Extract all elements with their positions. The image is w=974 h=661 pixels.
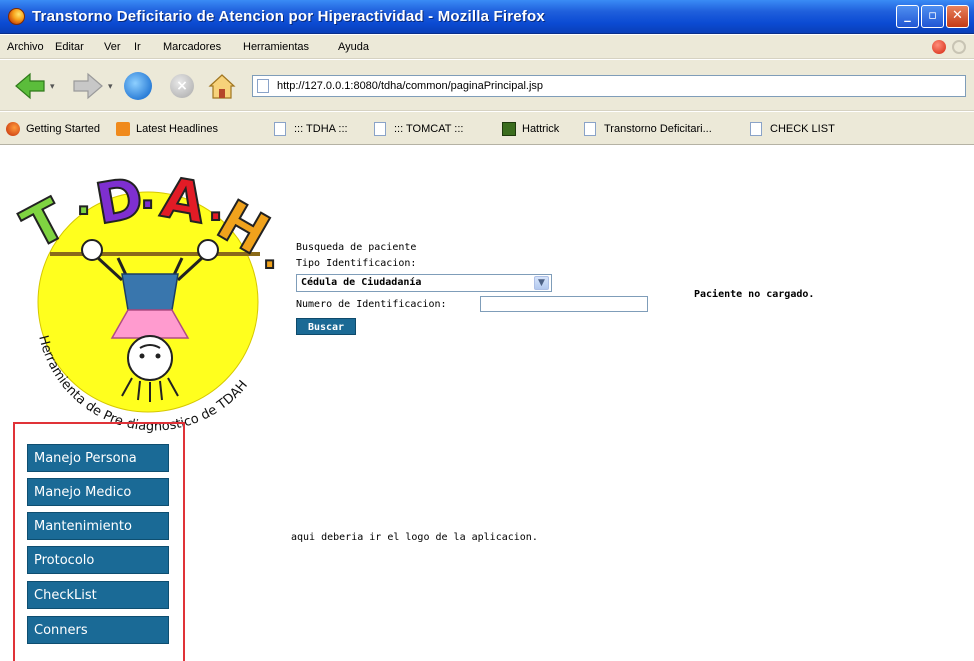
forward-history-dropdown-icon[interactable]: ▾	[108, 82, 113, 92]
sidebar-item-manejo-persona[interactable]: Manejo Persona	[27, 444, 169, 472]
page-icon	[584, 122, 596, 136]
sidebar-item-conners[interactable]: Conners	[27, 616, 169, 644]
bookmark-hattrick[interactable]: Hattrick	[502, 121, 559, 137]
page-content: T . D . A . H . Herramienta de Pre-diagn…	[0, 146, 974, 661]
menu-marcadores[interactable]: Marcadores	[163, 41, 221, 53]
page-icon	[374, 122, 386, 136]
sidebar-item-protocolo[interactable]: Protocolo	[27, 546, 169, 574]
forward-arrow-icon[interactable]	[72, 72, 104, 100]
bookmark-getting-started[interactable]: Getting Started	[6, 121, 100, 137]
numero-identificacion-label: Numero de Identificacion:	[296, 299, 447, 310]
bookmark-latest-headlines[interactable]: Latest Headlines	[116, 121, 218, 137]
buscar-button[interactable]: Buscar	[296, 318, 356, 335]
tipo-identificacion-select[interactable]: Cédula de Ciudadanía ▼	[296, 274, 552, 292]
page-icon	[274, 122, 286, 136]
menu-ver[interactable]: Ver	[104, 41, 121, 53]
activity-throbber	[932, 38, 968, 56]
address-bar[interactable]	[252, 75, 966, 97]
sidebar-item-manejo-medico[interactable]: Manejo Medico	[27, 478, 169, 506]
sidebar-item-mantenimiento[interactable]: Mantenimiento	[27, 512, 169, 540]
reload-icon[interactable]	[124, 72, 152, 100]
window-title: Transtorno Deficitario de Atencion por H…	[32, 8, 545, 25]
stop-indicator-icon	[932, 40, 946, 54]
chevron-down-icon[interactable]: ▼	[534, 276, 549, 290]
window-titlebar: Transtorno Deficitario de Atencion por H…	[0, 0, 974, 34]
url-input[interactable]	[277, 78, 957, 94]
close-button[interactable]: ✕	[946, 5, 969, 28]
logo-dot-4: .	[262, 232, 277, 278]
menu-ir[interactable]: Ir	[134, 41, 141, 53]
home-icon[interactable]	[206, 72, 238, 100]
page-favicon-icon	[257, 79, 269, 93]
firefox-icon	[6, 122, 20, 136]
rss-icon	[116, 122, 130, 136]
firefox-icon	[8, 8, 25, 25]
search-heading: Busqueda de paciente	[296, 242, 417, 253]
menu-ayuda[interactable]: Ayuda	[338, 41, 369, 53]
bookmark-transtorno[interactable]: Transtorno Deficitari...	[584, 121, 712, 137]
menu-archivo[interactable]: Archivo	[7, 41, 44, 53]
bookmark-check-list[interactable]: CHECK LIST	[750, 121, 835, 137]
bookmarks-toolbar: Getting Started Latest Headlines ::: TDH…	[0, 112, 974, 145]
hattrick-icon	[502, 122, 516, 136]
back-history-dropdown-icon[interactable]: ▾	[50, 82, 55, 92]
sidebar-menu: Manejo Persona Manejo Medico Mantenimien…	[13, 422, 185, 661]
numero-identificacion-input[interactable]	[480, 296, 648, 312]
spinner-icon	[952, 40, 966, 54]
menu-herramientas[interactable]: Herramientas	[243, 41, 309, 53]
bookmark-tomcat[interactable]: ::: TOMCAT :::	[374, 121, 463, 137]
logo-dot-2: .	[140, 172, 155, 218]
menu-bar: Archivo Editar Ver Ir Marcadores Herrami…	[0, 35, 974, 59]
bookmark-tdha[interactable]: ::: TDHA :::	[274, 121, 348, 137]
patient-status: Paciente no cargado.	[694, 289, 815, 300]
page-icon	[750, 122, 762, 136]
menu-editar[interactable]: Editar	[55, 41, 84, 53]
tipo-identificacion-label: Tipo Identificacion:	[296, 258, 417, 269]
stop-icon[interactable]: ×	[170, 74, 194, 98]
minimize-button[interactable]: _	[896, 5, 919, 28]
back-arrow-icon[interactable]	[14, 72, 46, 100]
sidebar-item-checklist[interactable]: CheckList	[27, 581, 169, 609]
logo-dot-1: .	[76, 178, 91, 224]
tdah-logo: T . D . A . H . Herramienta de Pre-diagn…	[11, 164, 280, 434]
maximize-button[interactable]: ▫	[921, 5, 944, 28]
logo-placeholder-note: aqui deberia ir el logo de la aplicacion…	[291, 532, 538, 543]
navigation-toolbar: ▾ ▾ ×	[0, 60, 974, 111]
